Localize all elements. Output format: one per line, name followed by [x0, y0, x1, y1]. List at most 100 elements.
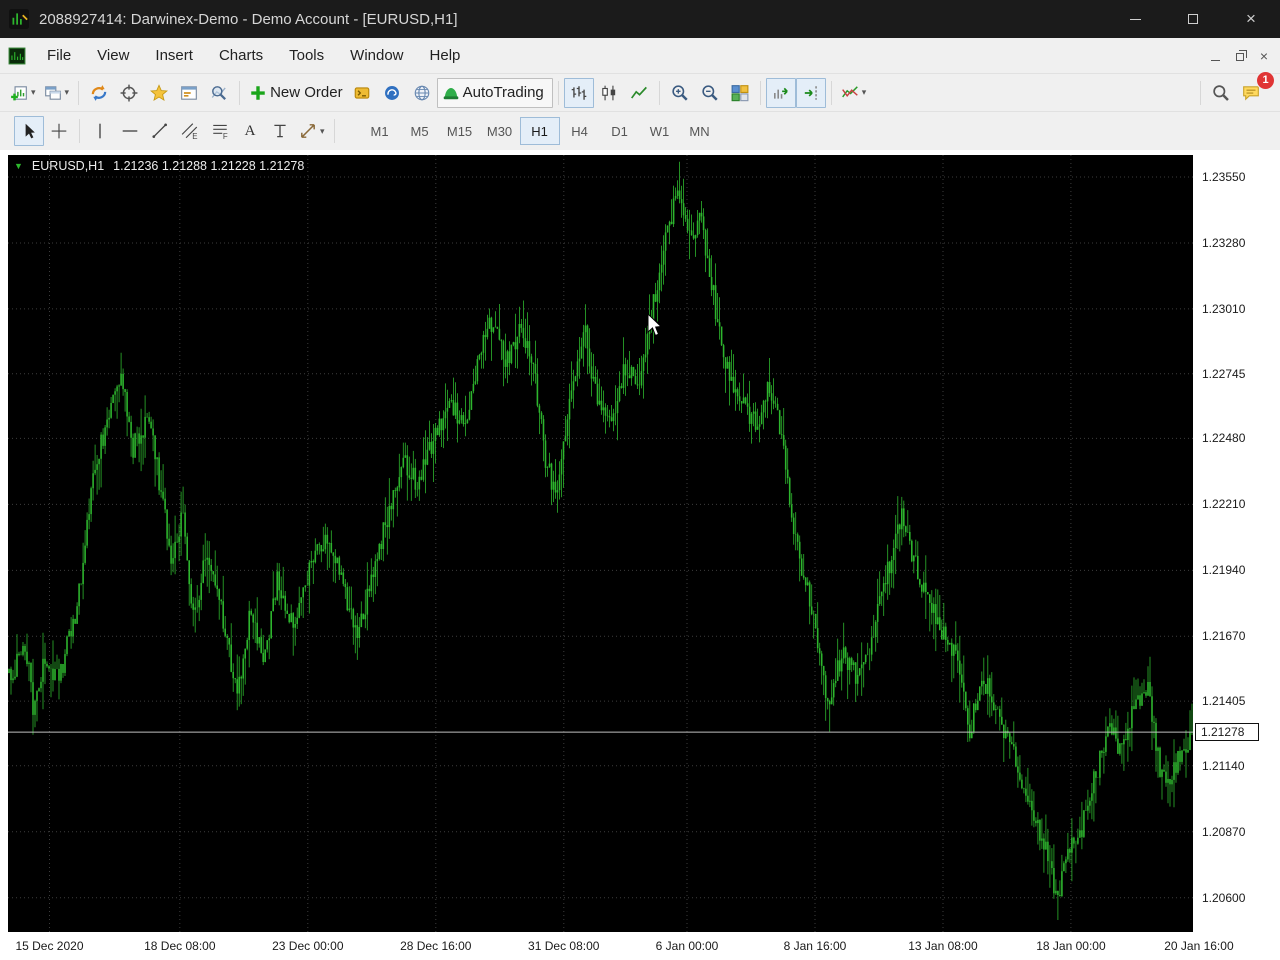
zoom-in-button[interactable] — [665, 78, 695, 108]
dropdown-arrow-icon[interactable]: ▾ — [862, 87, 867, 98]
timeframe-button-mn[interactable]: MN — [680, 117, 720, 145]
price-axis[interactable]: 1.23550 1.23280 1.23010 1.22745 1.22480 1.222… — [1193, 150, 1280, 933]
cursor-button[interactable] — [14, 116, 44, 146]
collapse-arrow-icon[interactable]: ▼ — [14, 161, 23, 171]
text-tool-icon: A — [244, 122, 256, 139]
dropdown-arrow-icon[interactable]: ▾ — [65, 87, 70, 98]
price-axis-label: 1.21405 — [1202, 694, 1246, 709]
time-axis-label: 23 Dec 00:00 — [272, 939, 344, 953]
toolbar-separator — [557, 80, 559, 105]
profiles-button[interactable]: ▾ — [40, 78, 74, 108]
toolbar-separator — [333, 119, 335, 143]
zoom-in-icon — [672, 84, 688, 101]
timeframe-button-d1[interactable]: D1 — [600, 117, 640, 145]
new-order-label: New Order — [270, 84, 343, 101]
window-controls: × — [1106, 0, 1280, 38]
time-axis[interactable]: 15 Dec 2020 18 Dec 08:00 23 Dec 00:00 28 De… — [0, 933, 1280, 960]
minimize-icon — [1129, 18, 1141, 20]
minimize-button[interactable] — [1106, 0, 1164, 38]
dropdown-arrow-icon[interactable]: ▾ — [31, 87, 36, 98]
timeframe-button-w1[interactable]: W1 — [640, 117, 680, 145]
tile-windows-button[interactable] — [725, 78, 755, 108]
crosshair-button[interactable] — [44, 116, 74, 146]
timeframe-button-m5[interactable]: M5 — [400, 117, 440, 145]
toolbar-separator — [830, 80, 832, 105]
text-button[interactable]: A — [235, 116, 265, 146]
mdi-restore-button[interactable] — [1235, 48, 1247, 64]
indicators-button[interactable]: ▾ — [837, 78, 871, 108]
channel-icon: E — [181, 123, 198, 140]
timeframe-button-m15[interactable]: M15 — [440, 117, 480, 145]
dropdown-arrow-icon[interactable]: ▾ — [320, 126, 325, 137]
price-axis-label: 1.22745 — [1202, 366, 1246, 381]
market-globe-button[interactable] — [407, 78, 437, 108]
market-watch-button[interactable] — [84, 78, 114, 108]
timeframe-button-m30[interactable]: M30 — [480, 117, 520, 145]
crosshair-icon — [51, 123, 67, 139]
chart-ohlc-values: 1.21236 1.21288 1.21228 1.21278 — [113, 159, 305, 173]
menu-item-tools[interactable]: Tools — [276, 47, 337, 64]
data-window-button[interactable] — [114, 78, 144, 108]
mql5-community-button[interactable] — [377, 78, 407, 108]
mql5-icon — [384, 85, 399, 100]
shapes-button[interactable]: ▾ — [295, 116, 329, 146]
menu-item-window[interactable]: Window — [337, 47, 416, 64]
arrows-icon — [274, 124, 286, 138]
search-button[interactable] — [1206, 78, 1236, 108]
close-button[interactable]: × — [1222, 0, 1280, 38]
mdi-minimize-button[interactable] — [1210, 48, 1220, 64]
vertical-line-button[interactable] — [85, 116, 115, 146]
fibonacci-icon: F — [213, 124, 228, 140]
price-axis-label: 1.21140 — [1202, 758, 1245, 773]
new-chart-button[interactable]: ▾ — [6, 78, 40, 108]
new-order-button[interactable]: New Order — [245, 78, 347, 108]
strategy-tester-button[interactable] — [204, 78, 234, 108]
chart-shift-icon — [804, 85, 817, 100]
auto-scroll-icon — [773, 87, 788, 99]
toolbar-separator — [78, 80, 80, 105]
trendline-button[interactable] — [145, 116, 175, 146]
window-title: 2088927414: Darwinex-Demo - Demo Account… — [39, 10, 458, 28]
horizontal-line-button[interactable] — [115, 116, 145, 146]
mdi-close-button[interactable]: × — [1260, 48, 1268, 64]
menu-item-view[interactable]: View — [84, 47, 142, 64]
chat-button[interactable]: 1 — [1236, 71, 1274, 108]
horizontal-line-icon — [122, 130, 138, 132]
arrows-button[interactable] — [265, 116, 295, 146]
price-axis-label: 1.20600 — [1202, 890, 1246, 905]
time-axis-label: 18 Jan 00:00 — [1036, 939, 1106, 953]
candlestick-icon — [602, 85, 615, 100]
chart-shift-button[interactable] — [795, 77, 826, 108]
metaeditor-button[interactable] — [347, 78, 377, 108]
menu-item-insert[interactable]: Insert — [142, 47, 206, 64]
time-axis-label: 28 Dec 16:00 — [400, 939, 472, 953]
metaeditor-icon — [354, 86, 369, 99]
svg-text:E: E — [192, 132, 197, 140]
navigator-button[interactable] — [144, 78, 174, 108]
fibonacci-button[interactable]: F — [205, 116, 235, 146]
new-chart-icon — [11, 85, 27, 100]
timeframe-button-h4[interactable]: H4 — [560, 117, 600, 145]
indicators-icon — [841, 85, 858, 97]
maximize-button[interactable] — [1164, 0, 1222, 38]
zoom-out-button[interactable] — [695, 78, 725, 108]
price-axis-label: 1.20870 — [1202, 824, 1246, 839]
chart-plot[interactable]: ▼ EURUSD,H1 1.21236 1.21288 1.21228 1.21… — [8, 155, 1193, 932]
terminal-icon — [181, 85, 197, 100]
toolbar-separator — [79, 119, 80, 143]
autotrading-button[interactable]: AutoTrading — [436, 77, 553, 108]
menu-item-help[interactable]: Help — [417, 47, 474, 64]
globe-icon — [414, 85, 429, 100]
timeframe-button-h1[interactable]: H1 — [519, 117, 560, 145]
menu-item-charts[interactable]: Charts — [206, 47, 276, 64]
menu-item-file[interactable]: File — [34, 47, 84, 64]
equidistant-channel-button[interactable]: E — [175, 116, 205, 146]
bar-chart-button[interactable] — [563, 77, 594, 108]
line-chart-button[interactable] — [624, 78, 654, 108]
timeframe-button-m1[interactable]: M1 — [360, 117, 400, 145]
terminal-button[interactable] — [174, 78, 204, 108]
candlestick-chart-button[interactable] — [594, 78, 624, 108]
shapes-icon — [301, 124, 315, 138]
cursor-arrow-icon — [25, 123, 35, 139]
auto-scroll-button[interactable] — [765, 77, 796, 108]
